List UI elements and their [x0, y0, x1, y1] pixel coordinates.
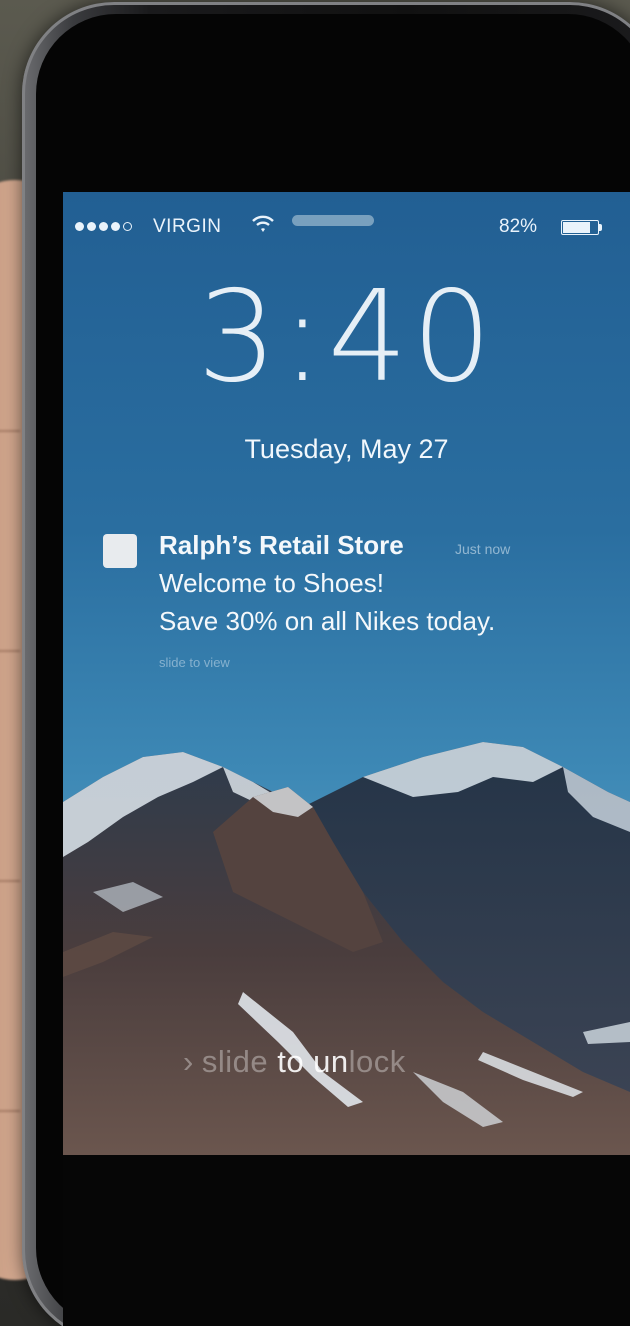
wifi-icon	[252, 215, 274, 232]
notification-timestamp: Just now	[455, 541, 511, 557]
signal-strength-icon	[75, 222, 132, 231]
lock-screen[interactable]: VIRGIN 82% 3:40 Tuesday, May 27 Ralph’s …	[63, 192, 630, 1155]
finger-fold	[0, 430, 20, 432]
lock-clock: 3:40	[197, 263, 496, 410]
app-icon	[103, 534, 137, 568]
battery-tip	[599, 224, 602, 231]
battery-percent: 82%	[499, 216, 538, 237]
earpiece-speaker	[292, 215, 374, 226]
notification-slide-hint[interactable]: slide to view	[159, 655, 230, 670]
battery-level	[563, 222, 590, 233]
notification-app-name: Ralph’s Retail Store	[159, 530, 404, 560]
notification-message-line-1: Welcome to Shoes!	[159, 568, 384, 598]
unlock-chevron-icon: ›	[183, 1044, 194, 1079]
phone-bottom-bezel	[63, 1155, 630, 1326]
slide-to-unlock[interactable]: › slide to unlock	[183, 1044, 513, 1084]
finger-fold	[0, 1110, 20, 1112]
unlock-text-part-2: to un	[268, 1044, 349, 1079]
finger-fold	[0, 880, 20, 882]
unlock-text-part-3: lock	[348, 1044, 406, 1079]
unlock-text-part-1: slide	[201, 1044, 269, 1079]
carrier-name: VIRGIN	[153, 216, 222, 237]
finger-fold	[0, 650, 20, 652]
lock-date: Tuesday, May 27	[244, 434, 449, 464]
battery-icon	[561, 220, 599, 235]
photo-scene: VIRGIN 82% 3:40 Tuesday, May 27 Ralph’s …	[0, 0, 630, 1326]
notification-message-line-2: Save 30% on all Nikes today.	[159, 606, 496, 636]
